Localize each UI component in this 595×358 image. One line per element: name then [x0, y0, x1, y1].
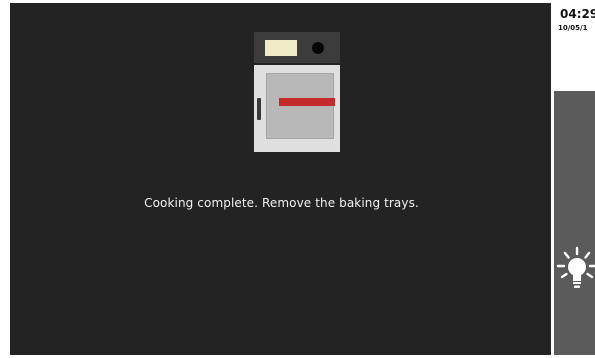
- oven-handle: [257, 98, 261, 120]
- oven-door: [254, 65, 340, 152]
- oven-display: [265, 40, 297, 56]
- main-panel: [10, 3, 551, 355]
- oven-window: [266, 73, 335, 139]
- lightbulb-icon: [556, 246, 595, 288]
- clock-date: 10/05/1: [558, 24, 588, 32]
- oven-knob: [312, 42, 324, 54]
- clock: 04:29 10/05/1: [554, 3, 595, 91]
- screen: Cooking complete. Remove the baking tray…: [0, 0, 595, 358]
- oven-control-panel: [254, 32, 340, 63]
- status-message: Cooking complete. Remove the baking tray…: [144, 196, 419, 210]
- baking-tray: [279, 98, 335, 106]
- clock-time: 04:29: [560, 7, 595, 21]
- oven-light-button[interactable]: [554, 243, 595, 295]
- sidebar: 04:29 10/05/1: [554, 3, 595, 355]
- oven-icon: [254, 32, 340, 152]
